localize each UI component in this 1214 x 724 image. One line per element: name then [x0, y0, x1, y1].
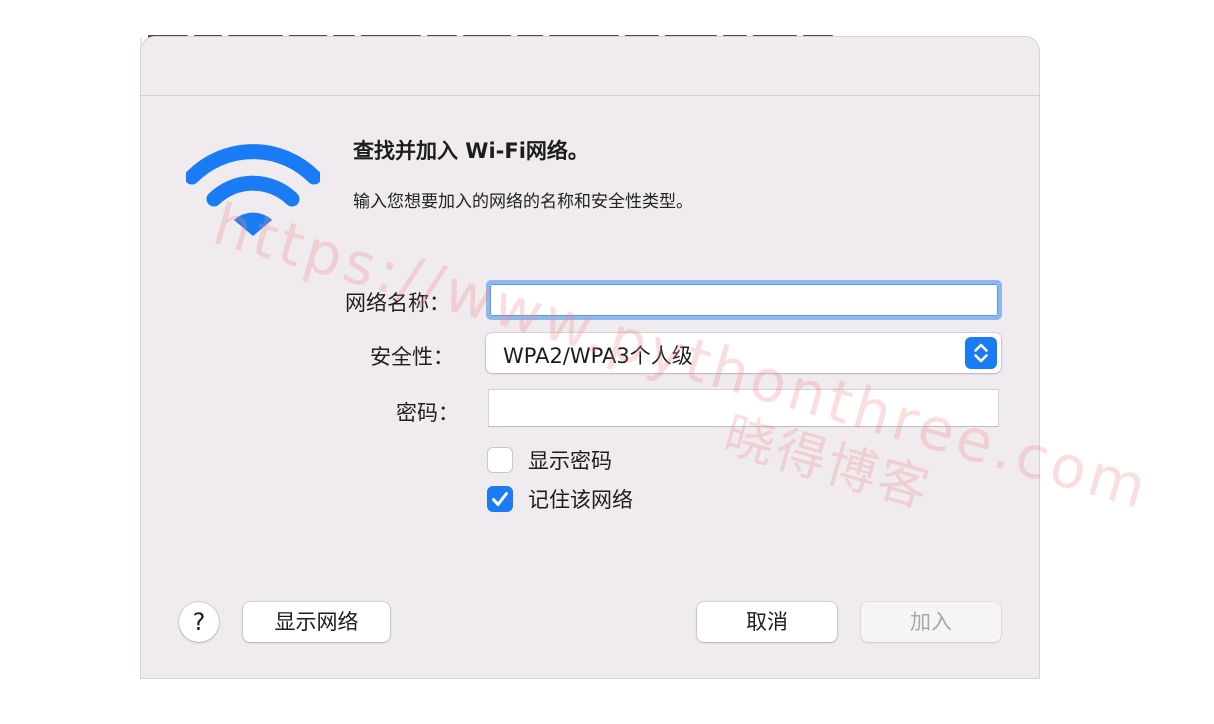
show-password-option[interactable]: 显示密码 — [487, 446, 687, 476]
dialog-heading: 查找并加入 Wi-Fi网络。 — [353, 139, 589, 163]
join-button[interactable]: 加入 — [861, 602, 1001, 642]
remember-network-option[interactable]: 记住该网络 — [487, 485, 707, 515]
network-name-field[interactable] — [486, 280, 1002, 320]
show-networks-button[interactable]: 显示网络 — [243, 602, 390, 642]
dialog-titlebar — [141, 37, 1039, 96]
security-select[interactable]: WPA2/WPA3个人级 — [486, 333, 1001, 373]
updown-chevron-icon[interactable] — [965, 337, 997, 369]
cancel-button[interactable]: 取消 — [697, 602, 837, 642]
dialog-subheading: 输入您想要加入的网络的名称和安全性类型。 — [353, 192, 693, 212]
join-wifi-dialog: 查找并加入 Wi-Fi网络。 输入您想要加入的网络的名称和安全性类型。 网络名称… — [141, 37, 1039, 678]
screen: 查找并加入 Wi-Fi网络。 输入您想要加入的网络的名称和安全性类型。 网络名称… — [0, 0, 1214, 724]
security-selected-value: WPA2/WPA3个人级 — [503, 344, 693, 368]
network-name-label: 网络名称： — [345, 291, 450, 315]
network-name-focus-ring — [490, 284, 998, 316]
show-password-checkbox[interactable] — [487, 447, 513, 473]
password-label: 密码： — [396, 401, 459, 425]
help-button[interactable]: ? — [179, 602, 219, 642]
show-password-label: 显示密码 — [528, 449, 612, 473]
password-field[interactable] — [488, 389, 999, 427]
checkmark-icon — [492, 492, 508, 506]
wifi-icon — [186, 144, 320, 236]
remember-network-label: 记住该网络 — [528, 488, 633, 512]
remember-network-checkbox[interactable] — [487, 486, 513, 512]
password-input[interactable] — [489, 390, 998, 426]
security-label: 安全性： — [370, 345, 454, 369]
